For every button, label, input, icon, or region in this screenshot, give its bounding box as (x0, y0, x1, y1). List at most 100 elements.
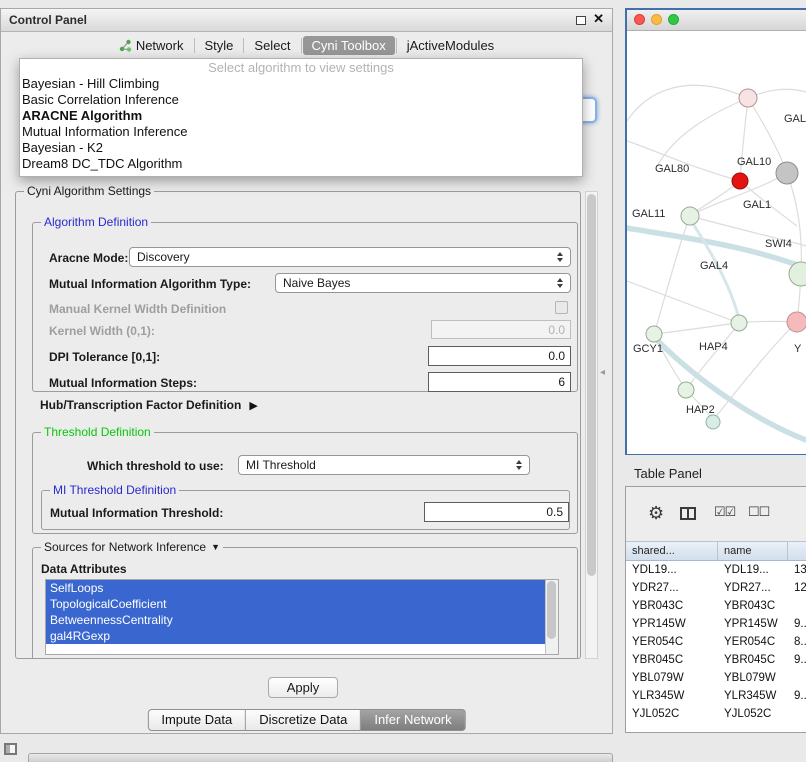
cell: YJL052C (718, 705, 788, 723)
table-row[interactable]: YDR27... YDR27... 12... (626, 579, 806, 597)
table-row[interactable]: YJL052C YJL052C (626, 705, 806, 723)
table-row[interactable]: YER054C YER054C 8... (626, 633, 806, 651)
algorithm-option[interactable]: Mutual Information Inference (20, 124, 582, 140)
dpi-tolerance-label: DPI Tolerance [0,1]: (49, 350, 160, 364)
sources-title-label: Sources for Network Inference (44, 540, 206, 554)
tab-style[interactable]: Style (196, 36, 243, 55)
kernel-width-field[interactable]: 0.0 (431, 320, 571, 339)
cell: YBR043C (718, 597, 788, 615)
node-gray-gal10[interactable] (776, 162, 798, 184)
table-row[interactable]: YBR043C YBR043C (626, 597, 806, 615)
tab-label: Cyni Toolbox (312, 38, 386, 53)
mi-type-select[interactable]: Naive Bayes (275, 273, 571, 293)
dpi-tolerance-field[interactable]: 0.0 (428, 346, 571, 366)
attribute-item-selected[interactable]: BetweennessCentrality (46, 612, 545, 628)
node-red-highlight[interactable] (732, 173, 748, 189)
node-pink-right[interactable] (787, 312, 806, 332)
tab-network[interactable]: Network (110, 36, 193, 55)
apply-button[interactable]: Apply (268, 677, 338, 698)
close-icon[interactable]: ✕ (593, 11, 604, 27)
tab-infer-network[interactable]: Infer Network (361, 709, 465, 731)
table-row[interactable]: YBL079W YBL079W (626, 669, 806, 687)
docked-window-edge[interactable] (28, 753, 613, 762)
tab-label: Style (205, 38, 234, 53)
control-panel-titlebar: Control Panel ✕ (1, 9, 612, 32)
aracne-mode-label: Aracne Mode: (49, 251, 128, 265)
tab-impute-data[interactable]: Impute Data (147, 709, 246, 731)
control-panel-window: Control Panel ✕ Network Style Select Cyn… (0, 8, 613, 734)
combo-value: MI Threshold (246, 458, 316, 472)
minimized-panel-icon[interactable] (4, 743, 17, 755)
cell (788, 597, 806, 615)
algorithm-option[interactable]: Bayesian - K2 (20, 140, 582, 156)
table-row[interactable]: YLR345W YLR345W 9... (626, 687, 806, 705)
close-traffic-light[interactable] (634, 14, 645, 25)
tab-label: Select (254, 38, 290, 53)
node-teal-bottom[interactable] (706, 415, 720, 429)
select-columns-icon[interactable]: ☑☑ (714, 504, 735, 520)
tab-separator (301, 38, 302, 53)
algorithm-option[interactable]: Basic Correlation Inference (20, 92, 582, 108)
algorithm-option[interactable]: Bayesian - Hill Climbing (20, 76, 582, 92)
float-window-icon[interactable] (576, 16, 586, 25)
cell: 12... (788, 579, 806, 597)
node-label: Y (794, 343, 802, 355)
algorithm-option[interactable]: Dream8 DC_TDC Algorithm (20, 156, 582, 172)
cell (788, 669, 806, 687)
node-green-gal1[interactable] (681, 207, 699, 225)
cell: YBR045C (718, 651, 788, 669)
sources-title[interactable]: Sources for Network Inference ▼ (41, 540, 223, 554)
table-row[interactable]: YBR045C YBR045C 9... (626, 651, 806, 669)
settings-group-title: Cyni Algorithm Settings (24, 184, 154, 198)
table-panel-title: Table Panel (634, 466, 702, 481)
hub-definition-section[interactable]: Hub/Transcription Factor Definition ▶ (40, 398, 258, 412)
attribute-item-selected[interactable]: gal4RGexp (46, 628, 545, 644)
node-green-hap2[interactable] (678, 382, 694, 398)
node-green-gcy1[interactable] (646, 326, 662, 342)
tab-cyni-toolbox[interactable]: Cyni Toolbox (303, 36, 395, 55)
kernel-width-label: Kernel Width (0,1): (49, 324, 155, 338)
cell: YDR27... (718, 579, 788, 597)
mi-steps-field[interactable]: 6 (428, 372, 571, 392)
table-row[interactable]: YDL19... YDL19... 13... (626, 561, 806, 579)
network-graph: GAL80 GAL10 GAL11 GAL1 SWI4 GAL4 GCY1 HA… (627, 31, 806, 454)
attribute-list-scrollbar[interactable] (545, 580, 558, 654)
which-threshold-label: Which threshold to use: (87, 459, 224, 473)
algorithm-option-selected[interactable]: ARACNE Algorithm (20, 108, 582, 124)
node-label: HAP2 (686, 404, 715, 416)
tab-separator (243, 38, 244, 53)
deselect-columns-icon[interactable]: ☐☐ (748, 504, 769, 520)
aracne-mode-select[interactable]: Discovery (129, 247, 571, 267)
columns-icon[interactable] (680, 507, 696, 520)
manual-kernel-checkbox[interactable] (555, 301, 568, 314)
chevron-updown-icon (557, 252, 563, 262)
threshold-definition-title: Threshold Definition (41, 425, 154, 439)
tab-jactivemodules[interactable]: jActiveModules (398, 36, 503, 55)
cell: YBL079W (626, 669, 718, 687)
sources-group: Sources for Network Inference ▼ Data Att… (32, 547, 578, 659)
node-pale-pink-top[interactable] (739, 89, 757, 107)
network-canvas[interactable]: GAL80 GAL10 GAL11 GAL1 SWI4 GAL4 GCY1 HA… (627, 31, 806, 454)
network-view-window: GAL80 GAL10 GAL11 GAL1 SWI4 GAL4 GCY1 HA… (625, 8, 806, 455)
mi-threshold-field[interactable]: 0.5 (424, 502, 569, 522)
attribute-item-selected[interactable]: TopologicalCoefficient (46, 596, 545, 612)
tab-separator (194, 38, 195, 53)
minimize-traffic-light[interactable] (651, 14, 662, 25)
gear-icon[interactable]: ⚙ (648, 504, 664, 522)
tab-select[interactable]: Select (245, 36, 299, 55)
collapse-arrow-icon: ▼ (211, 542, 220, 552)
column-header-name[interactable]: name (718, 542, 788, 560)
splitter-collapse-icon[interactable]: ◂ (600, 367, 605, 378)
attribute-item-selected[interactable]: SelfLoops (46, 580, 545, 596)
tab-discretize-data[interactable]: Discretize Data (246, 709, 361, 731)
settings-scrollbar[interactable] (585, 191, 598, 659)
node-label: GAL11 (632, 208, 665, 220)
table-body: YDL19... YDL19... 13... YDR27... YDR27..… (626, 561, 806, 733)
which-threshold-select[interactable]: MI Threshold (238, 455, 530, 475)
node-green-hap4[interactable] (731, 315, 747, 331)
column-header-shared-name[interactable]: shared... (626, 542, 718, 560)
table-row[interactable]: YPR145W YPR145W 9... (626, 615, 806, 633)
column-header-extra[interactable] (788, 542, 806, 560)
zoom-traffic-light[interactable] (668, 14, 679, 25)
network-window-titlebar (627, 10, 806, 31)
